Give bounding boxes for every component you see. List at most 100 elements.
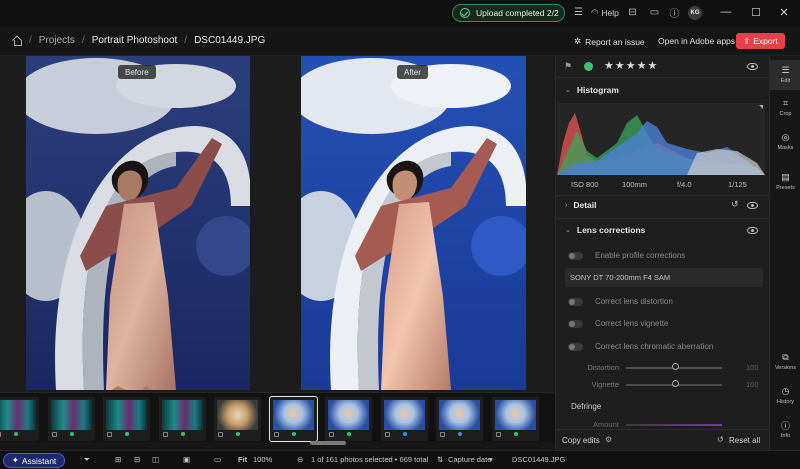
vignette-value[interactable]: 100 <box>746 380 759 389</box>
panel-toggle-icon[interactable]: ▣ <box>183 455 190 464</box>
rail-info[interactable]: ⓘ Info <box>770 420 800 446</box>
filmstrip-thumbnail[interactable] <box>158 397 206 441</box>
masks-icon: ◎ <box>781 132 790 142</box>
compare-view-icon[interactable]: ⊟ <box>134 455 140 464</box>
correct-vignette-row[interactable]: Correct lens vignette <box>568 319 668 328</box>
amount-slider[interactable] <box>626 424 722 426</box>
copy-edits-button[interactable]: Copy edits <box>562 436 600 445</box>
avatar[interactable]: KG <box>688 6 702 20</box>
enable-profile-row[interactable]: Enable profile corrections <box>568 251 685 260</box>
zoom-level[interactable]: 100% <box>253 455 272 464</box>
before-label: Before <box>118 65 156 79</box>
deselect-icon[interactable]: ⊖ <box>297 455 303 464</box>
image-type-icon <box>162 432 168 437</box>
minimize-icon[interactable]: — <box>718 4 734 20</box>
eye-icon[interactable] <box>747 227 758 234</box>
distortion-slider-knob[interactable] <box>672 363 679 370</box>
filmstrip-thumbnail[interactable] <box>325 397 372 441</box>
image-type-icon <box>384 432 390 437</box>
filmstrip-thumbnail[interactable] <box>103 397 150 441</box>
upload-status-pill[interactable]: Upload completed 2/2 <box>452 4 565 22</box>
assistant-button[interactable]: ✦ Assistant <box>3 453 65 468</box>
status-dot <box>125 432 129 436</box>
maximize-icon[interactable]: ☐ <box>748 4 764 20</box>
star-rating[interactable]: ★★★★★ <box>604 59 658 72</box>
reject-flag-icon[interactable]: ⚑ <box>564 61 572 72</box>
filter-icon[interactable]: ⏷ <box>84 455 90 465</box>
home-icon[interactable] <box>12 36 23 46</box>
message-icon[interactable]: ▭ <box>648 6 661 19</box>
eye-icon[interactable] <box>747 202 758 209</box>
sort-dropdown[interactable]: Capture date <box>448 455 491 464</box>
correct-chromatic-row[interactable]: Correct lens chromatic aberration <box>568 342 713 351</box>
filmstrip-thumbnail[interactable] <box>436 397 483 441</box>
export-label: Export <box>753 36 778 46</box>
correct-distortion-toggle[interactable] <box>568 297 583 306</box>
title-bar: Upload completed 2/2 ☰ ◠ Help ⊟ ▭ ⓘ KG —… <box>0 0 800 26</box>
histogram-header[interactable]: ⌄ Histogram <box>556 80 770 100</box>
reset-all-button[interactable]: Reset all <box>729 436 760 445</box>
reset-icon: ↺ <box>717 435 724 444</box>
split-view-icon[interactable]: ◫ <box>152 455 159 464</box>
question-icon[interactable]: ⓘ <box>668 6 681 20</box>
filmstrip-thumbnail[interactable] <box>491 397 539 441</box>
exif-focal: 100mm <box>622 180 648 189</box>
filmstrip-thumbnail[interactable] <box>214 397 261 441</box>
open-in-adobe-button[interactable]: Open in Adobe apps <box>658 36 735 46</box>
close-icon[interactable]: ✕ <box>776 4 792 20</box>
thumbnail-image <box>50 400 92 430</box>
learn-icon[interactable]: ⊟ <box>626 6 639 19</box>
correct-distortion-row[interactable]: Correct lens distortion <box>568 297 673 306</box>
vignette-slider-knob[interactable] <box>672 380 679 387</box>
image-type-icon <box>495 432 501 437</box>
help-button[interactable]: ◠ Help <box>591 7 619 18</box>
breadcrumb-projects[interactable]: Projects <box>39 35 75 46</box>
eye-icon[interactable] <box>747 63 758 70</box>
sliders-icon[interactable]: ☰ <box>572 6 585 19</box>
lens-corrections-header[interactable]: ⌄ Lens corrections <box>556 220 770 240</box>
filmstrip-thumbnail[interactable] <box>380 397 428 441</box>
correct-vignette-toggle[interactable] <box>568 319 583 328</box>
lens-model-dropdown[interactable]: SONY DT 70-200mm F4 SAM <box>565 268 763 287</box>
breadcrumb-file: DSC01449.JPG <box>194 35 266 46</box>
enable-profile-toggle[interactable] <box>568 251 583 260</box>
filmstrip-thumbnail[interactable] <box>47 397 95 441</box>
breadcrumb-separator: / <box>29 35 32 46</box>
color-label-dot[interactable] <box>584 62 593 71</box>
image-type-icon <box>107 432 112 437</box>
distortion-value[interactable]: 100 <box>746 363 759 372</box>
rail-masks[interactable]: ◎ Masks <box>770 129 800 159</box>
settings-icon[interactable]: ⚙ <box>605 435 612 444</box>
rail-edit-label: Edit <box>780 78 791 84</box>
crop-icon: ⌗ <box>782 98 789 108</box>
filmstrip-thumbnail[interactable] <box>0 397 39 441</box>
comment-icon[interactable]: ▭ <box>214 455 221 464</box>
rail-presets[interactable]: ▤ Presets <box>770 169 800 199</box>
export-button[interactable]: ⇪ Export <box>736 33 785 49</box>
chevron-down-icon[interactable]: ▾ <box>489 455 493 464</box>
rail-history-label: History <box>776 399 795 405</box>
breadcrumb-project[interactable]: Portrait Photoshoot <box>92 35 178 46</box>
assistant-label: Assistant <box>21 455 57 466</box>
report-issue-button[interactable]: ✲ Report an issue <box>574 36 645 47</box>
filmstrip[interactable] <box>0 392 555 442</box>
versions-icon: ⧉ <box>782 352 789 362</box>
sort-icon[interactable]: ⇅ <box>437 455 443 464</box>
rail-history[interactable]: ◷ History <box>770 386 800 412</box>
filmstrip-scrollbar[interactable] <box>310 441 346 445</box>
grid-view-icon[interactable]: ⊞ <box>115 455 121 464</box>
rail-edit[interactable]: ☰ Edit <box>770 60 800 90</box>
rail-versions[interactable]: ⧉ Versions <box>770 352 800 378</box>
image-canvas[interactable]: Before After <box>0 56 555 392</box>
rail-crop[interactable]: ⌗ Crop <box>770 95 800 125</box>
gear-icon: ✲ <box>574 36 582 46</box>
reset-icon[interactable]: ↺ <box>731 199 739 210</box>
fit-button[interactable]: Fit <box>238 455 247 464</box>
correct-chromatic-toggle[interactable] <box>568 342 583 351</box>
filmstrip-thumbnail[interactable] <box>268 396 318 442</box>
before-photo <box>26 56 250 390</box>
detail-title: Detail <box>573 200 597 210</box>
status-dot <box>69 432 74 436</box>
status-dot <box>180 432 185 436</box>
correct-distortion-label: Correct lens distortion <box>595 297 673 306</box>
